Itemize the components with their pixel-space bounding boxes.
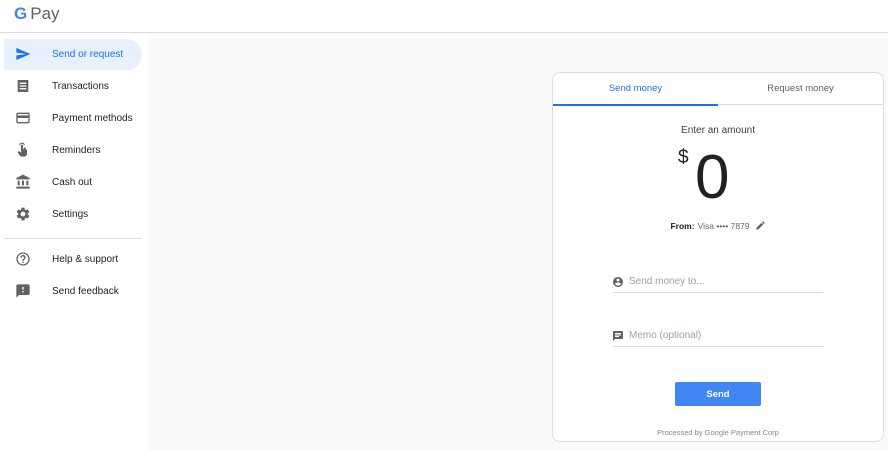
sidebar-item-label: Send feedback (52, 286, 119, 297)
recipient-input[interactable] (629, 273, 819, 289)
gear-icon (16, 207, 30, 221)
sidebar-item-label: Cash out (52, 177, 93, 188)
help-circle-icon (16, 252, 30, 266)
tab-send-money[interactable]: Send money (553, 73, 718, 106)
from-label: From: (670, 220, 695, 231)
processor-footer: Processed by Google Payment Corp (657, 428, 779, 437)
touch-hand-icon (17, 142, 27, 157)
google-pay-logo[interactable]: G Pay (14, 4, 60, 24)
send-button[interactable]: Send (675, 382, 761, 406)
receipt-icon (17, 80, 29, 92)
sidebar-divider (4, 238, 142, 239)
account-circle-icon (613, 277, 623, 287)
amount-label: Enter an amount (681, 125, 755, 136)
tab-request-money[interactable]: Request money (718, 73, 883, 105)
sidebar-item-label: Payment methods (52, 113, 133, 124)
sidebar-item-send-or-request[interactable]: Send or request (4, 39, 142, 70)
amount-display[interactable]: $ 0 (678, 143, 768, 212)
payment-source: From: Visa •••• 7879 (553, 220, 883, 231)
payment-method-text: Visa •••• 7879 (697, 220, 750, 231)
sidebar-item-help-support[interactable]: Help & support (4, 244, 142, 275)
send-money-card: Send money Request money Enter an amount… (552, 72, 884, 442)
recipient-field (613, 271, 823, 293)
sidebar-item-settings[interactable]: Settings (4, 199, 142, 230)
amount-value[interactable]: 0 (695, 142, 729, 213)
currency-symbol: $ (678, 147, 689, 168)
sidebar-item-label: Reminders (52, 145, 101, 156)
sidebar-item-label: Help & support (52, 254, 119, 265)
sidebar-item-send-feedback[interactable]: Send feedback (4, 276, 142, 307)
sidebar-item-payment-methods[interactable]: Payment methods (4, 103, 142, 134)
bank-icon (16, 174, 30, 189)
sidebar: Send or request Transactions Payment met… (0, 33, 148, 450)
google-g-logo: G (14, 4, 28, 23)
memo-input[interactable] (629, 327, 819, 343)
send-icon (16, 48, 31, 60)
feedback-icon (16, 284, 30, 298)
sidebar-item-reminders[interactable]: Reminders (4, 135, 142, 166)
sidebar-item-label: Settings (52, 209, 89, 220)
sidebar-item-transactions[interactable]: Transactions (4, 71, 142, 102)
credit-card-icon (16, 112, 30, 124)
top-bar: G Pay (0, 0, 888, 33)
memo-field (613, 325, 823, 347)
sidebar-item-cash-out[interactable]: Cash out (4, 167, 142, 198)
edit-pencil-icon[interactable] (755, 220, 766, 231)
tab-bar: Send money Request money (553, 73, 883, 106)
comment-icon (613, 331, 623, 341)
sidebar-item-label: Send or request (52, 49, 124, 60)
pay-wordmark: Pay (30, 4, 60, 23)
sidebar-item-label: Transactions (52, 81, 109, 92)
